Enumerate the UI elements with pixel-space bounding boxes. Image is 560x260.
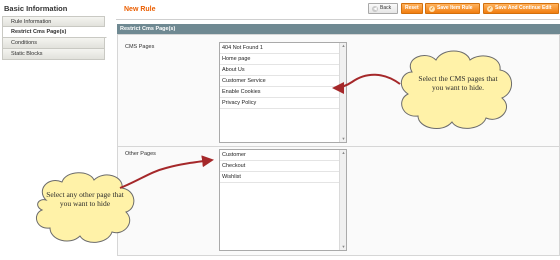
tab-rule-information[interactable]: Rule Information [2, 16, 105, 27]
other-pages-label: Other Pages [125, 151, 156, 157]
tab-conditions[interactable]: Conditions [2, 38, 105, 49]
other-pages-scrollbar[interactable]: ▲ ▼ [339, 150, 346, 250]
cms-page-option[interactable]: About Us [220, 65, 339, 76]
back-button-label: Back [380, 5, 392, 11]
cms-pages-scrollbar[interactable]: ▲ ▼ [339, 43, 346, 142]
tab-static-blocks[interactable]: Static Blocks [2, 49, 105, 60]
save-button-label: Save Item Rule [437, 5, 473, 11]
fieldset-title: Restrict Cms Page(s) [117, 24, 560, 34]
other-page-option[interactable]: Customer [220, 150, 339, 161]
scroll-up-arrow-icon[interactable]: ▲ [340, 150, 347, 156]
sidebar-title: Basic Information [4, 4, 68, 13]
cms-page-option[interactable]: Enable Cookies [220, 87, 339, 98]
reset-button-label: Reset [405, 5, 419, 11]
back-button[interactable]: ◀ Back [368, 3, 398, 14]
reset-button[interactable]: Reset [401, 3, 423, 14]
save-item-rule-button[interactable]: ✓ Save Item Rule [425, 3, 480, 14]
other-page-option[interactable]: Checkout [220, 161, 339, 172]
scroll-up-arrow-icon[interactable]: ▲ [340, 43, 347, 49]
scroll-down-arrow-icon[interactable]: ▼ [340, 244, 347, 250]
save-continue-check-icon: ✓ [487, 5, 493, 12]
other-page-option[interactable]: Wishlist [220, 172, 339, 183]
back-arrow-icon: ◀ [372, 5, 378, 12]
cms-pages-multiselect[interactable]: 404 Not Found 1 Home page About Us Custo… [219, 42, 347, 143]
scroll-down-arrow-icon[interactable]: ▼ [340, 136, 347, 142]
cms-page-option[interactable]: Customer Service [220, 76, 339, 87]
save-and-continue-button[interactable]: ✓ Save And Continue Edit [483, 3, 559, 14]
other-pages-multiselect[interactable]: Customer Checkout Wishlist ▲ ▼ [219, 149, 347, 251]
other-pages-callout-text: Select any other page that you want to h… [46, 190, 124, 208]
cms-page-option[interactable]: Privacy Policy [220, 98, 339, 109]
tab-restrict-cms-pages[interactable]: Restrict Cms Page(s) [2, 27, 107, 38]
cms-page-option[interactable]: 404 Not Found 1 [220, 43, 339, 54]
save-continue-button-label: Save And Continue Edit [495, 5, 552, 11]
cms-page-option[interactable]: Home page [220, 54, 339, 65]
header-divider [116, 19, 560, 20]
fieldset-divider [117, 146, 560, 147]
cms-pages-label: CMS Pages [125, 44, 155, 50]
cms-callout-text: Select the CMS pages that you want to hi… [418, 74, 498, 92]
sidebar: Basic Information Rule Information Restr… [0, 0, 107, 260]
page-title: New Rule [124, 6, 156, 13]
save-check-icon: ✓ [429, 5, 435, 12]
